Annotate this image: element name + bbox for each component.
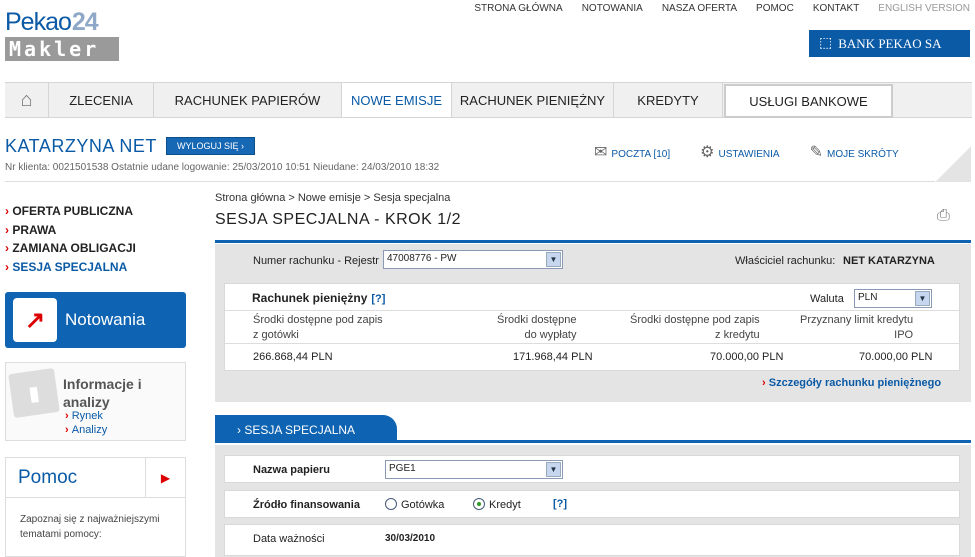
title-underline	[215, 240, 971, 243]
logo-makler: Makler	[5, 37, 119, 61]
envelope-icon: ✉	[594, 144, 608, 161]
topnav-notowania[interactable]: NOTOWANIA	[582, 3, 643, 14]
financing-help-link[interactable]: [?]	[553, 498, 567, 510]
validity-label: Data ważności	[253, 533, 325, 545]
bar-chart-icon: ▮	[8, 368, 60, 418]
financing-row: Źródło finansowania Gotówka Kredyt [?]	[224, 490, 960, 518]
chart-up-icon: ↗	[13, 298, 57, 342]
link-analizy[interactable]: Analizy	[65, 424, 107, 436]
notowania-banner[interactable]: ↗ Notowania	[5, 292, 186, 348]
logo-pekao24[interactable]: Pekao24	[5, 8, 99, 37]
chevron-down-icon: ▼	[546, 462, 561, 477]
cash-help-link[interactable]: [?]	[371, 293, 385, 305]
value-withdrawable: 171.968,44 PLN	[513, 351, 593, 363]
cash-account-panel: Rachunek pieniężny [?] Waluta PLN ▼ Środki…	[224, 283, 960, 371]
divider	[225, 310, 959, 311]
topnav-home[interactable]: STRONA GŁÓWNA	[474, 3, 562, 14]
radio-button-selected[interactable]	[473, 498, 485, 510]
bank-pekao-badge[interactable]: ⬚ BANK PEKAO SA	[809, 30, 970, 57]
print-icon[interactable]: ⎙	[937, 207, 950, 225]
logout-button[interactable]: WYLOGUJ SIĘ ›	[166, 137, 256, 155]
menu-sesja-specjalna[interactable]: SESJA SPECJALNA	[5, 258, 136, 277]
validity-value: 30/03/2010	[385, 533, 436, 544]
user-links: ✉ POCZTA [10] ⚙ USTAWIENIA ✎ MOJE SKRÓTY	[594, 142, 899, 162]
chevron-down-icon: ▼	[546, 252, 561, 267]
poczta-link[interactable]: ✉ POCZTA [10]	[594, 142, 670, 162]
header-credit-subscription: Środki dostępne pod zapis z kredytu	[630, 314, 760, 341]
owner-label: Właściciel rachunku:	[735, 255, 836, 267]
info-analizy-box: ▮ Informacje ianalizy Rynek Analizy	[5, 362, 186, 441]
topnav-english[interactable]: ENGLISH VERSION	[878, 3, 970, 14]
value-credit-subscription: 70.000,00 PLN	[710, 351, 784, 363]
left-menu: OFERTA PUBLICZNA PRAWA ZAMIANA OBLIGACJI…	[5, 202, 136, 276]
home-icon[interactable]: ⌂	[5, 83, 49, 117]
paper-select[interactable]: PGE1 ▼	[385, 460, 563, 479]
menu-prawa[interactable]: PRAWA	[5, 221, 136, 240]
header-withdrawable: Środki dostępne do wypłaty	[497, 314, 577, 341]
radio-button[interactable]	[385, 498, 397, 510]
topnav-kontakt[interactable]: KONTAKT	[813, 3, 859, 14]
menu-oferta-publiczna[interactable]: OFERTA PUBLICZNA	[5, 202, 136, 221]
header-divider	[5, 181, 935, 182]
main-nav: ⌂ ZLECENIA RACHUNEK PAPIERÓW NOWE EMISJE…	[5, 82, 972, 118]
currency-label: Waluta	[810, 293, 844, 305]
financing-label: Źródło finansowania	[253, 499, 360, 511]
top-nav: STRONA GŁÓWNA NOTOWANIA NASZA OFERTA POM…	[474, 3, 970, 14]
nav-rachunek-pieniezny[interactable]: RACHUNEK PIENIĘŻNY	[452, 83, 614, 117]
infobox-title: Informacje i analizy	[63, 376, 142, 410]
account-select[interactable]: 47008776 - PW ▼	[383, 250, 563, 269]
paper-label: Nazwa papieru	[253, 464, 331, 476]
bison-icon: ⬚	[819, 36, 833, 51]
nav-nowe-emisje[interactable]: NOWE EMISJE	[342, 83, 452, 117]
pomoc-title[interactable]: Pomoc	[6, 458, 145, 497]
header-cash-subscription: Środki dostępne pod zapis z gotówki	[253, 314, 383, 341]
divider	[225, 343, 959, 344]
breadcrumb: Strona główna > Nowe emisje > Sesja spec…	[215, 192, 451, 204]
nav-zlecenia[interactable]: ZLECENIA	[49, 83, 154, 117]
currency-select[interactable]: PLN ▼	[854, 289, 932, 308]
link-rynek[interactable]: Rynek	[65, 410, 103, 422]
menu-zamiana-obligacji[interactable]: ZAMIANA OBLIGACJI	[5, 239, 136, 258]
header-ipo-limit: Przyznany limit kredytu IPO	[800, 314, 914, 341]
cash-title: Rachunek pieniężny	[252, 291, 368, 305]
ustawienia-link[interactable]: ⚙ USTAWIENIA	[700, 142, 779, 162]
chevron-down-icon: ▼	[915, 291, 930, 306]
value-ipo-limit: 70.000,00 PLN	[859, 351, 933, 363]
radio-gotowka[interactable]: Gotówka	[385, 498, 444, 511]
radio-kredyt[interactable]: Kredyt	[473, 498, 521, 511]
nav-rachunek-papierow[interactable]: RACHUNEK PAPIERÓW	[154, 83, 342, 117]
topnav-pomoc[interactable]: POMOC	[756, 3, 794, 14]
client-info: Nr klienta: 0021501538 Ostatnie udane lo…	[5, 162, 440, 173]
account-label: Numer rachunku - Rejestr	[253, 255, 379, 267]
bank-badge-label: BANK PEKAO SA	[838, 36, 942, 51]
user-name: KATARZYNA NET	[5, 136, 157, 156]
owner-name: NET KATARZYNA	[843, 255, 935, 267]
pomoc-text: Zapoznaj się z najważniejszymi tematami …	[20, 514, 160, 540]
skroty-link[interactable]: ✎ MOJE SKRÓTY	[810, 142, 899, 162]
arrow-right-icon[interactable]: ▶	[145, 458, 185, 497]
validity-row: Data ważności 30/03/2010	[224, 524, 960, 556]
tab-sesja-specjalna[interactable]: SESJA SPECJALNA	[215, 415, 397, 443]
cash-details-link[interactable]: Szczegóły rachunku pieniężnego	[762, 377, 941, 389]
topnav-oferta[interactable]: NASZA OFERTA	[662, 3, 737, 14]
paper-row: Nazwa papieru PGE1 ▼	[224, 455, 960, 483]
pomoc-box: Pomoc ▶ Zapoznaj się z najważniejszymi t…	[5, 457, 186, 557]
nav-kredyty[interactable]: KREDYTY	[614, 83, 723, 117]
gear-icon: ⚙	[700, 144, 715, 161]
nav-uslugi-bankowe[interactable]: USŁUGI BANKOWE	[724, 84, 893, 118]
page-fold-decoration	[935, 146, 971, 182]
notowania-label: Notowania	[65, 310, 146, 329]
value-cash-subscription: 266.868,44 PLN	[253, 351, 333, 363]
page-title: SESJA SPECJALNA - KROK 1/2	[215, 211, 461, 228]
shortcut-icon: ✎	[809, 144, 824, 161]
